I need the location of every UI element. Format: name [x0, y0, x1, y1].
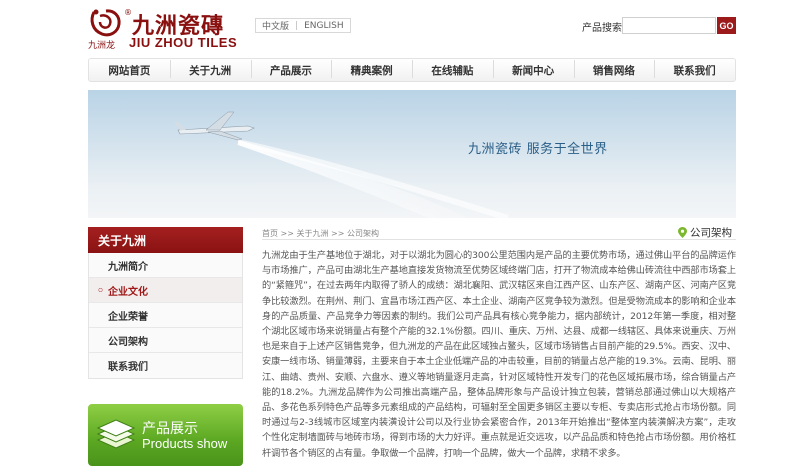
sidebar-item-contact[interactable]: 联系我们	[89, 353, 242, 378]
page-title-text: 公司架构	[690, 227, 732, 239]
nav-online-tiling[interactable]: 在线辅贴	[412, 59, 493, 78]
location-pin-icon	[678, 227, 687, 238]
banner-slogan: 九洲瓷砖 服务于全世界	[468, 142, 608, 157]
sidebar-title: 关于九洲	[88, 227, 243, 253]
sidebar: 关于九洲 九洲简介 企业文化 企业荣誉 公司架构 联系我们	[88, 227, 243, 379]
tile-stack-icon	[96, 419, 136, 449]
nav-cases[interactable]: 精典案例	[331, 59, 412, 78]
sidebar-item-structure[interactable]: 公司架构	[89, 328, 242, 353]
sidebar-item-intro[interactable]: 九洲简介	[89, 253, 242, 278]
registered-mark: ®	[124, 8, 132, 17]
sidebar-item-culture[interactable]: 企业文化	[89, 278, 242, 303]
hero-banner: 九洲瓷砖 服务于全世界	[88, 90, 736, 218]
search-go-button[interactable]: GO	[717, 17, 736, 34]
logo-text-en: JIU ZHOU TILES	[129, 35, 238, 50]
lang-chinese-link[interactable]: 中文版	[256, 19, 295, 32]
nav-home[interactable]: 网站首页	[89, 63, 170, 78]
site-header: ® 九洲瓷磚 九洲龙 JIU ZHOU TILES 中文版 | ENGLISH …	[0, 0, 800, 52]
promo-title-cn: 产品展示	[142, 421, 198, 437]
products-show-promo[interactable]: 产品展示 Products show	[88, 404, 243, 466]
breadcrumb-bar: 首页 >> 关于九洲 >> 公司架构 公司架构	[262, 226, 736, 240]
sidebar-menu: 九洲简介 企业文化 企业荣誉 公司架构 联系我们	[88, 253, 243, 379]
nav-contact[interactable]: 联系我们	[654, 59, 735, 78]
airplane-icon	[174, 111, 255, 141]
promo-title-en: Products show	[142, 436, 228, 451]
dragon-logo-icon	[90, 9, 121, 37]
lang-english-link[interactable]: ENGLISH	[298, 21, 350, 31]
nav-sales-network[interactable]: 销售网络	[573, 59, 655, 78]
nav-about[interactable]: 关于九洲	[169, 59, 251, 78]
logo-subtext: 九洲龙	[88, 41, 116, 51]
page-title: 公司架构	[678, 225, 732, 240]
nav-products[interactable]: 产品展示	[250, 59, 332, 78]
nav-news[interactable]: 新闻中心	[492, 59, 574, 78]
article-body: 九洲龙由于生产基地位于湖北，对于以湖北为圆心的300公里范围内是产品的主要优势市…	[262, 250, 736, 459]
product-search-input[interactable]	[622, 17, 716, 34]
breadcrumb[interactable]: 首页 >> 关于九洲 >> 公司架构	[262, 228, 379, 239]
sidebar-item-honors[interactable]: 企业荣誉	[89, 303, 242, 328]
main-nav: 网站首页 关于九洲 产品展示 精典案例 在线辅贴 新闻中心 销售网络 联系我们	[88, 58, 736, 82]
site-logo[interactable]: ® 九洲瓷磚 九洲龙 JIU ZHOU TILES	[88, 6, 237, 51]
language-switcher: 中文版 | ENGLISH	[255, 18, 351, 33]
airplane-contrail-illustration	[174, 111, 509, 218]
